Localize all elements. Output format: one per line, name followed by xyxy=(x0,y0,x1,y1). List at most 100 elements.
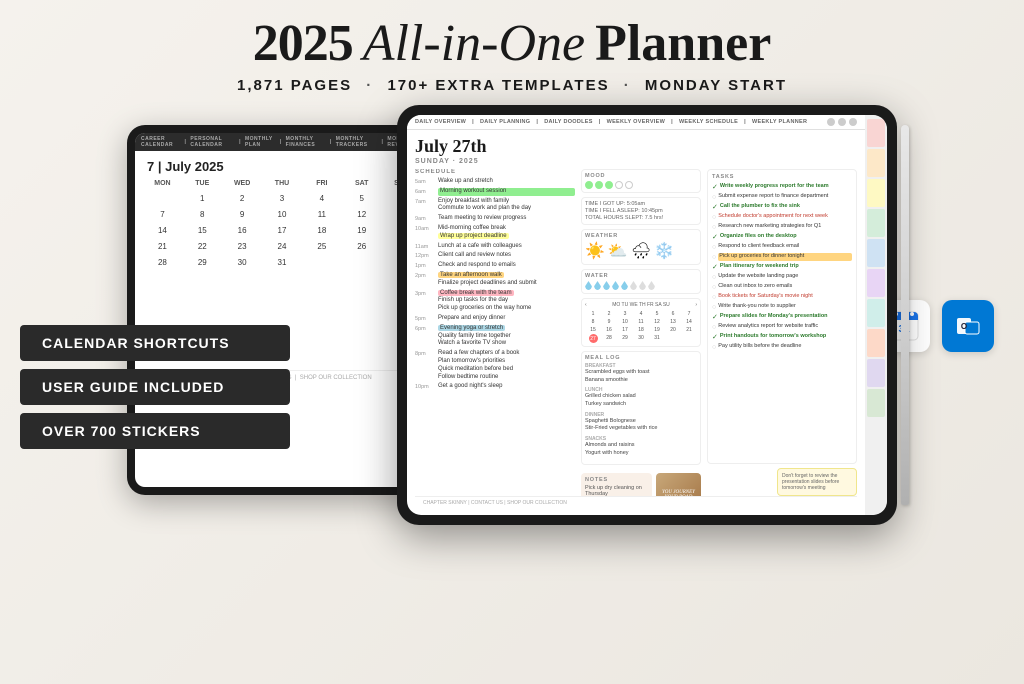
tab-blue[interactable] xyxy=(867,239,885,267)
nav-finances[interactable]: MONTHLY FINANCES xyxy=(286,136,326,148)
tab-lavender[interactable] xyxy=(867,359,885,387)
cal-day-4[interactable]: 4 xyxy=(302,191,341,206)
drop7[interactable] xyxy=(639,281,646,290)
cal-day-22[interactable]: 22 xyxy=(183,239,222,254)
mini-day-15[interactable]: 15 xyxy=(585,326,601,334)
mini-day-2[interactable]: 2 xyxy=(601,310,617,318)
sched-5am: 5am Wake up and stretch xyxy=(415,178,575,186)
task-11: ○ Clean out inbox to zero emails xyxy=(712,283,852,291)
nav-weekly-planner[interactable]: WEEKLY PLANNER xyxy=(752,119,807,125)
tab-pink[interactable] xyxy=(867,119,885,147)
drop3[interactable] xyxy=(603,281,610,290)
nav-daily-doodles[interactable]: DAILY DOODLES xyxy=(544,119,593,125)
cal-day-9[interactable]: 9 xyxy=(223,207,262,222)
mini-cal-prev[interactable]: ‹ xyxy=(585,302,587,308)
cal-day-11[interactable]: 11 xyxy=(302,207,341,222)
tab-peach[interactable] xyxy=(867,329,885,357)
task-text-11: Clean out inbox to zero emails xyxy=(718,283,852,291)
tab-green[interactable] xyxy=(867,209,885,237)
mini-day-31[interactable]: 31 xyxy=(649,334,665,343)
planner-columns: SCHEDULE 5am Wake up and stretch 6am Mor… xyxy=(415,169,857,496)
cal-day-7[interactable]: 7 xyxy=(143,207,182,222)
mini-cal-next[interactable]: › xyxy=(695,302,697,308)
mini-day-14[interactable]: 14 xyxy=(681,318,697,326)
mini-cal-header: ‹ MO TU WE TH FR SA SU › xyxy=(585,302,697,308)
cal-day-10[interactable]: 10 xyxy=(263,207,302,222)
mini-day-30[interactable]: 30 xyxy=(633,334,649,343)
nav-monthly[interactable]: MONTHLY PLAN xyxy=(245,136,276,148)
cal-day-19[interactable]: 19 xyxy=(342,223,381,238)
tab-teal[interactable] xyxy=(867,299,885,327)
task-text-2: Submit expense report to finance departm… xyxy=(718,193,852,201)
cal-day-14[interactable]: 14 xyxy=(143,223,182,238)
cal-day-23[interactable]: 23 xyxy=(223,239,262,254)
nav-career[interactable]: CAREER CALENDAR xyxy=(141,136,181,148)
mini-day-3[interactable]: 3 xyxy=(617,310,633,318)
tab-orange[interactable] xyxy=(867,149,885,177)
mini-day-7[interactable]: 7 xyxy=(681,310,697,318)
drop6[interactable] xyxy=(630,281,637,290)
mini-day-19[interactable]: 19 xyxy=(649,326,665,334)
nav-daily-overview[interactable]: DAILY OVERVIEW xyxy=(415,119,466,125)
cal-day-15[interactable]: 15 xyxy=(183,223,222,238)
cal-day-28[interactable]: 28 xyxy=(143,255,182,270)
drop5[interactable] xyxy=(621,281,628,290)
cal-day-16[interactable]: 16 xyxy=(223,223,262,238)
drop1[interactable] xyxy=(585,281,592,290)
task-text-3: Call the plumber to fix the sink xyxy=(720,203,852,211)
mini-day-1[interactable]: 1 xyxy=(585,310,601,318)
btn-circle2[interactable] xyxy=(838,118,846,126)
mini-day-4[interactable]: 4 xyxy=(633,310,649,318)
mini-day-8[interactable]: 8 xyxy=(585,318,601,326)
mood-circle-4[interactable] xyxy=(615,181,623,189)
cal-day-3[interactable]: 3 xyxy=(263,191,302,206)
mini-day-18[interactable]: 18 xyxy=(633,326,649,334)
cal-day-26[interactable]: 26 xyxy=(342,239,381,254)
drop8[interactable] xyxy=(648,281,655,290)
cal-day-30[interactable]: 30 xyxy=(223,255,262,270)
mini-day-16[interactable]: 16 xyxy=(601,326,617,334)
cal-day-18[interactable]: 18 xyxy=(302,223,341,238)
cal-day-29[interactable]: 29 xyxy=(183,255,222,270)
cal-day-5[interactable]: 5 xyxy=(342,191,381,206)
nav-weekly-overview[interactable]: WEEKLY OVERVIEW xyxy=(607,119,666,125)
nav-daily-planning[interactable]: DAILY PLANNING xyxy=(480,119,530,125)
btn-circle3[interactable] xyxy=(849,118,857,126)
nav-personal[interactable]: PERSONAL CALENDAR xyxy=(190,136,235,148)
mood-circle-1[interactable] xyxy=(585,181,593,189)
cal-day-1[interactable]: 1 xyxy=(183,191,222,206)
mini-day-11[interactable]: 11 xyxy=(633,318,649,326)
tab-sage[interactable] xyxy=(867,389,885,417)
drop4[interactable] xyxy=(612,281,619,290)
btn-circle1[interactable] xyxy=(827,118,835,126)
cal-day-24[interactable]: 24 xyxy=(263,239,302,254)
nav-trackers[interactable]: MONTHLY TRACKERS xyxy=(336,136,378,148)
mini-day-21[interactable]: 21 xyxy=(681,326,697,334)
mini-day-10[interactable]: 10 xyxy=(617,318,633,326)
mood-circle-2[interactable] xyxy=(595,181,603,189)
mini-day-29[interactable]: 29 xyxy=(617,334,633,343)
tab-yellow[interactable] xyxy=(867,179,885,207)
mini-day-9[interactable]: 9 xyxy=(601,318,617,326)
mini-day-20[interactable]: 20 xyxy=(665,326,681,334)
cal-day-17[interactable]: 17 xyxy=(263,223,302,238)
cal-day-2[interactable]: 2 xyxy=(223,191,262,206)
mini-day-28[interactable]: 28 xyxy=(601,334,617,343)
mini-day-12[interactable]: 12 xyxy=(649,318,665,326)
cal-day-25[interactable]: 25 xyxy=(302,239,341,254)
mini-day-27[interactable]: 27 xyxy=(589,334,598,343)
task-check-6: ✓ xyxy=(712,233,718,241)
mini-day-6[interactable]: 6 xyxy=(665,310,681,318)
mini-day-5[interactable]: 5 xyxy=(649,310,665,318)
cal-day-21[interactable]: 21 xyxy=(143,239,182,254)
cal-day-12[interactable]: 12 xyxy=(342,207,381,222)
mood-circle-3[interactable] xyxy=(605,181,613,189)
cal-day-8[interactable]: 8 xyxy=(183,207,222,222)
cal-day-31[interactable]: 31 xyxy=(263,255,302,270)
mini-day-17[interactable]: 17 xyxy=(617,326,633,334)
tab-purple[interactable] xyxy=(867,269,885,297)
mood-circle-5[interactable] xyxy=(625,181,633,189)
nav-weekly-schedule[interactable]: WEEKLY SCHEDULE xyxy=(679,119,738,125)
mini-day-13[interactable]: 13 xyxy=(665,318,681,326)
drop2[interactable] xyxy=(594,281,601,290)
